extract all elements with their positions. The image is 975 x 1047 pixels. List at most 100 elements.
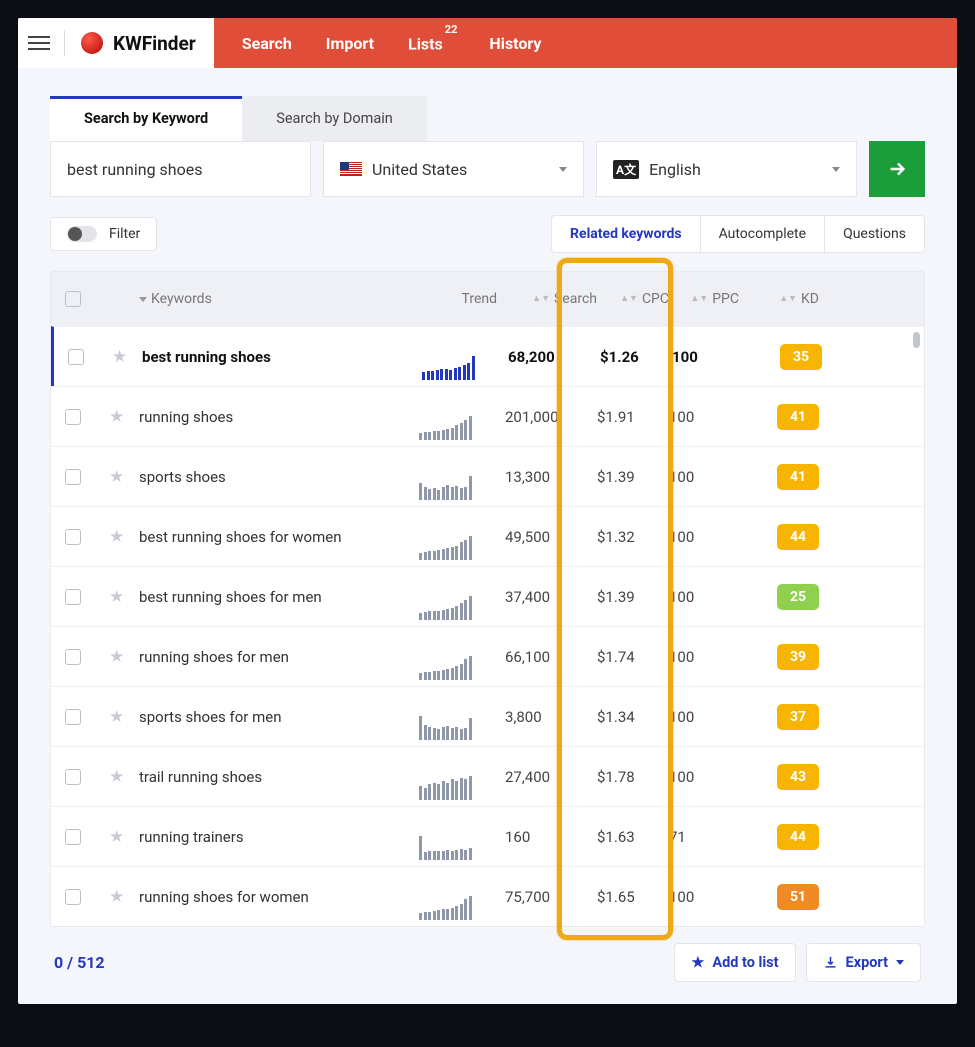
- star-icon[interactable]: ★: [109, 887, 139, 907]
- table-row[interactable]: ★best running shoes for men37,400$1.3910…: [51, 566, 924, 626]
- table-row[interactable]: ★running shoes for women75,700$1.6510051: [51, 866, 924, 926]
- nav-search[interactable]: Search: [242, 34, 292, 53]
- results-footer: 0 / 512 ★ Add to list Export: [50, 927, 925, 986]
- tab-search-keyword[interactable]: Search by Keyword: [50, 96, 242, 141]
- language-select[interactable]: A文English: [596, 141, 857, 197]
- toggle-icon: [67, 226, 97, 242]
- kd-badge: 39: [777, 644, 819, 670]
- trend-sparkline: [419, 774, 497, 800]
- star-icon[interactable]: ★: [109, 587, 139, 607]
- filter-label: Filter: [109, 226, 140, 242]
- kd-badge: 51: [777, 884, 819, 910]
- star-icon[interactable]: ★: [109, 467, 139, 487]
- keyword-cell[interactable]: trail running shoes: [139, 768, 419, 786]
- export-button[interactable]: Export: [806, 943, 921, 982]
- ppc-cell: 100: [669, 708, 739, 726]
- keyword-cell[interactable]: running trainers: [139, 828, 419, 846]
- keyword-cell[interactable]: running shoes for men: [139, 648, 419, 666]
- sort-icon: ▲▼: [532, 297, 550, 302]
- cpc-cell: $1.32: [597, 528, 669, 546]
- col-kd[interactable]: ▲▼ KD: [739, 291, 819, 307]
- keyword-cell[interactable]: running shoes for women: [139, 888, 419, 906]
- col-ppc[interactable]: ▲▼PPC: [669, 291, 739, 307]
- seg-autocomplete[interactable]: Autocomplete: [700, 216, 825, 252]
- app-window: KWFinder Search Import Lists22 History S…: [18, 18, 957, 1004]
- row-checkbox[interactable]: [65, 529, 81, 545]
- keyword-cell[interactable]: best running shoes for women: [139, 528, 419, 546]
- keyword-cell[interactable]: sports shoes: [139, 468, 419, 486]
- table-row[interactable]: ★best running shoes68,200$1.2610035: [51, 326, 924, 386]
- nav-lists-label: Lists: [408, 34, 443, 53]
- seg-questions[interactable]: Questions: [824, 216, 924, 252]
- cpc-cell: $1.26: [600, 348, 672, 366]
- star-icon[interactable]: ★: [112, 347, 142, 367]
- star-icon[interactable]: ★: [109, 527, 139, 547]
- select-all-checkbox[interactable]: [65, 291, 81, 307]
- trend-sparkline: [419, 894, 497, 920]
- dropdown-icon: [139, 297, 147, 302]
- add-to-list-button[interactable]: ★ Add to list: [674, 943, 795, 982]
- table-row[interactable]: ★running shoes201,000$1.9110041: [51, 386, 924, 446]
- row-checkbox[interactable]: [65, 709, 81, 725]
- table-row[interactable]: ★sports shoes for men3,800$1.3410037: [51, 686, 924, 746]
- cpc-cell: $1.39: [597, 468, 669, 486]
- scrollbar[interactable]: [913, 332, 920, 348]
- keyword-cell[interactable]: best running shoes: [142, 348, 422, 366]
- star-icon[interactable]: ★: [109, 707, 139, 727]
- row-checkbox[interactable]: [65, 469, 81, 485]
- table-header: Keywords Trend ▲▼Search ▲▼CPC ▲▼PPC ▲▼KD: [51, 272, 924, 326]
- nav-lists[interactable]: Lists22: [408, 33, 455, 53]
- nav-import[interactable]: Import: [326, 34, 374, 53]
- selection-pager: 0 / 512: [54, 953, 105, 972]
- col-cpc-label: CPC: [642, 291, 669, 307]
- search-volume-cell: 201,000: [497, 408, 597, 426]
- row-checkbox[interactable]: [65, 769, 81, 785]
- cpc-cell: $1.65: [597, 888, 669, 906]
- seg-related[interactable]: Related keywords: [552, 216, 700, 252]
- trend-sparkline: [419, 474, 497, 500]
- chevron-down-icon: [559, 167, 567, 172]
- star-icon[interactable]: ★: [109, 767, 139, 787]
- tab-search-domain[interactable]: Search by Domain: [242, 96, 427, 141]
- ppc-cell: 100: [669, 768, 739, 786]
- table-row[interactable]: ★best running shoes for women49,500$1.32…: [51, 506, 924, 566]
- result-type-segmented: Related keywords Autocomplete Questions: [551, 215, 925, 253]
- keyword-cell[interactable]: best running shoes for men: [139, 588, 419, 606]
- cpc-cell: $1.34: [597, 708, 669, 726]
- keyword-cell[interactable]: sports shoes for men: [139, 708, 419, 726]
- row-checkbox[interactable]: [65, 589, 81, 605]
- ppc-cell: 100: [669, 648, 739, 666]
- kd-badge: 25: [777, 584, 819, 610]
- table-row[interactable]: ★running trainers160$1.637144: [51, 806, 924, 866]
- keyword-cell[interactable]: running shoes: [139, 408, 419, 426]
- search-volume-cell: 66,100: [497, 648, 597, 666]
- table-row[interactable]: ★running shoes for men66,100$1.7410039: [51, 626, 924, 686]
- country-select[interactable]: United States: [323, 141, 584, 197]
- search-button[interactable]: [869, 141, 925, 197]
- language-value: English: [649, 160, 701, 179]
- filter-toggle[interactable]: Filter: [50, 217, 157, 251]
- col-kd-label: KD: [801, 291, 819, 307]
- col-cpc[interactable]: ▲▼CPC: [597, 291, 669, 307]
- star-icon[interactable]: ★: [109, 647, 139, 667]
- row-checkbox[interactable]: [65, 829, 81, 845]
- kd-badge: 37: [777, 704, 819, 730]
- table-row[interactable]: ★sports shoes13,300$1.3910041: [51, 446, 924, 506]
- star-icon[interactable]: ★: [109, 827, 139, 847]
- row-checkbox[interactable]: [65, 649, 81, 665]
- row-checkbox[interactable]: [65, 889, 81, 905]
- sort-icon: ▲▼: [779, 297, 797, 302]
- table-row[interactable]: ★trail running shoes27,400$1.7810043: [51, 746, 924, 806]
- top-navbar: KWFinder Search Import Lists22 History: [18, 18, 957, 68]
- col-search[interactable]: ▲▼Search: [497, 291, 597, 307]
- keyword-input[interactable]: best running shoes: [50, 141, 311, 197]
- row-checkbox[interactable]: [68, 349, 84, 365]
- col-trend[interactable]: Trend: [419, 291, 497, 307]
- footer-actions: ★ Add to list Export: [674, 943, 921, 982]
- star-icon[interactable]: ★: [109, 407, 139, 427]
- kd-badge: 35: [780, 344, 822, 370]
- nav-history[interactable]: History: [489, 34, 541, 53]
- hamburger-icon[interactable]: [28, 32, 50, 54]
- row-checkbox[interactable]: [65, 409, 81, 425]
- col-keywords[interactable]: Keywords: [139, 291, 419, 307]
